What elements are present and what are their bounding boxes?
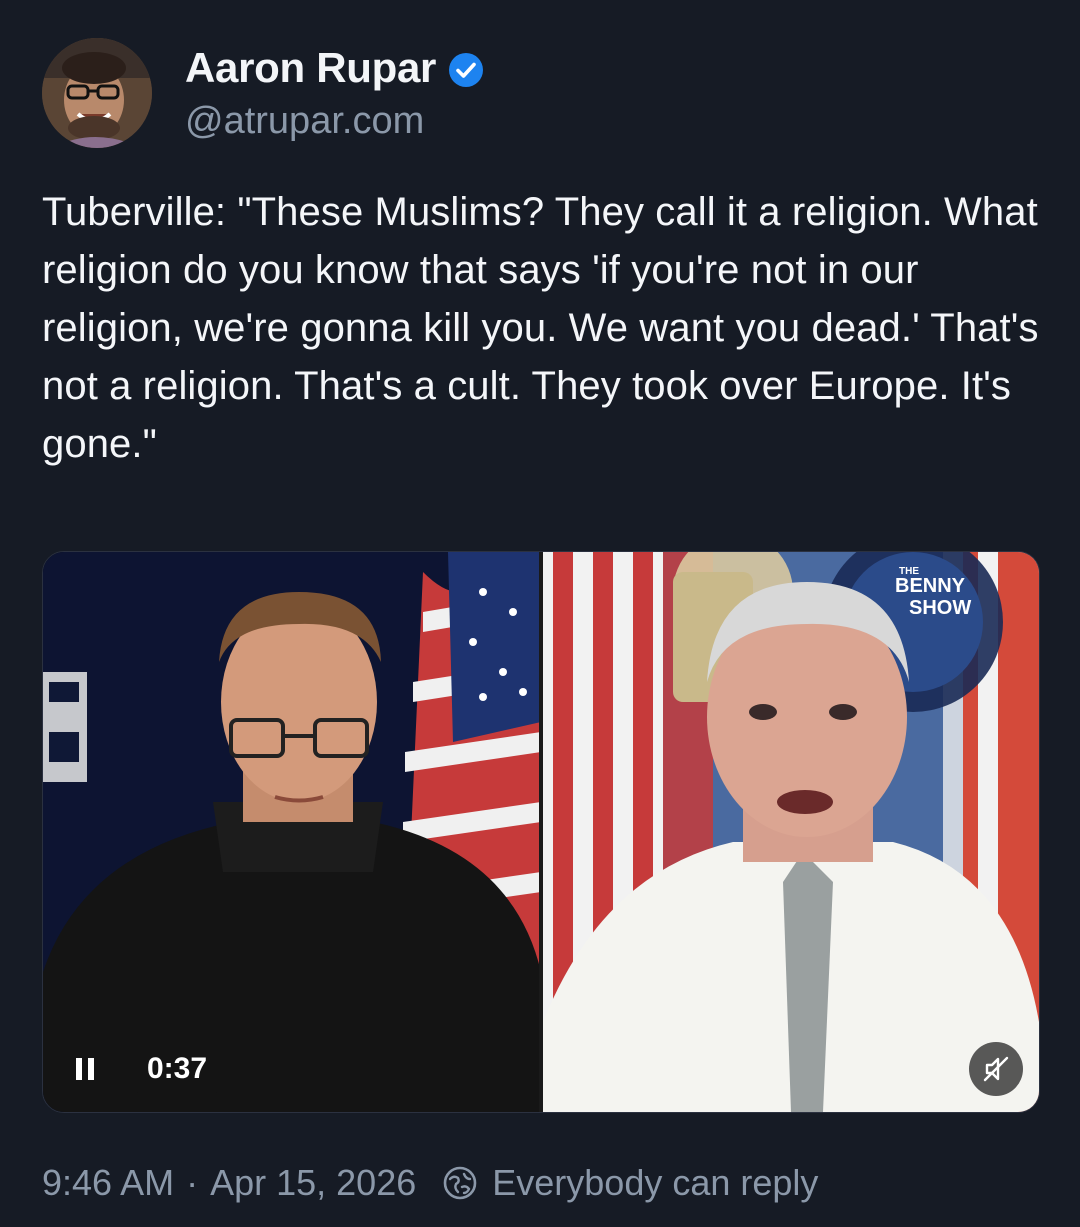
watermark-line2: SHOW	[909, 597, 971, 619]
watermark-line1: BENNY	[895, 575, 966, 597]
post-date[interactable]: Apr 15, 2026	[210, 1162, 416, 1204]
post-time[interactable]: 9:46 AM	[42, 1162, 174, 1204]
video-controls: 0:37	[59, 1042, 259, 1096]
video-time: 0:37	[131, 1044, 224, 1094]
author-name-row: Aaron Rupar	[185, 44, 484, 92]
globe-icon	[442, 1165, 478, 1201]
muted-speaker-icon	[983, 1056, 1009, 1082]
footer-separator: ·	[186, 1162, 199, 1203]
author-handle[interactable]: @atrupar.com	[185, 100, 424, 143]
mute-button[interactable]	[969, 1042, 1023, 1096]
post-text: Tuberville: "These Muslims? They call it…	[42, 190, 1050, 466]
author-avatar[interactable]	[42, 38, 152, 148]
video-player[interactable]: THE BENNY SHOW 0:37	[42, 551, 1040, 1113]
pause-icon	[76, 1058, 94, 1080]
reply-setting[interactable]: Everybody can reply	[492, 1162, 818, 1204]
verified-badge-icon	[448, 52, 484, 88]
post-footer: 9:46 AM · Apr 15, 2026 Everybody can rep…	[42, 1158, 818, 1208]
post-header: Aaron Rupar @atrupar.com	[42, 38, 1042, 150]
pause-button[interactable]	[59, 1042, 113, 1096]
author-display-name[interactable]: Aaron Rupar	[185, 44, 436, 92]
video-frame: THE BENNY SHOW	[43, 552, 1039, 1112]
